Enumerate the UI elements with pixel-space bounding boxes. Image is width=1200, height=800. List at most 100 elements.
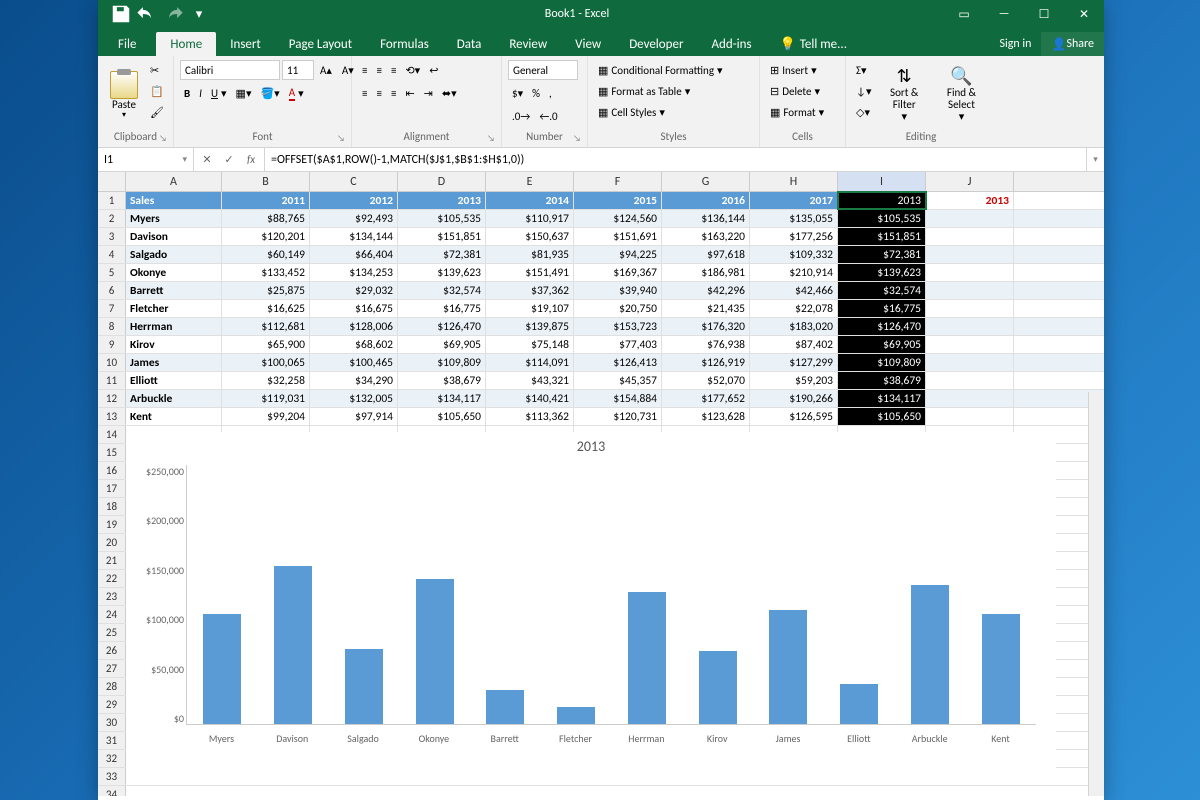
alignment-launcher[interactable]: ↘	[487, 133, 499, 145]
row-header[interactable]: 22	[98, 570, 126, 587]
row-header[interactable]: 18	[98, 498, 126, 515]
cell-lookup[interactable]: $139,623	[838, 264, 926, 281]
cell-value[interactable]: $97,914	[310, 408, 398, 425]
cell-empty[interactable]	[926, 408, 1014, 425]
col-header-D[interactable]: D	[398, 172, 486, 191]
sign-in-button[interactable]: Sign in	[989, 32, 1041, 56]
cell-value[interactable]: $163,220	[662, 228, 750, 245]
cell-name[interactable]: Arbuckle	[126, 390, 222, 407]
cell-value[interactable]: $153,723	[574, 318, 662, 335]
format-as-table-button[interactable]: ▦ Format as Table▾	[594, 81, 753, 101]
wrap-text-button[interactable]: ↩	[425, 60, 442, 80]
cell-lookup[interactable]: $134,117	[838, 390, 926, 407]
tab-formulas[interactable]: Formulas	[366, 32, 443, 56]
chart-bar[interactable]	[203, 614, 241, 724]
border-button[interactable]: ▦▾	[232, 83, 256, 103]
cell-name[interactable]: Kirov	[126, 336, 222, 353]
col-header-I[interactable]: I	[838, 172, 926, 191]
comma-button[interactable]: ,	[545, 83, 556, 103]
cell-styles-button[interactable]: ▦ Cell Styles▾	[594, 102, 753, 122]
cell-name[interactable]: Herrman	[126, 318, 222, 335]
cell-value[interactable]: $77,403	[574, 336, 662, 353]
cell-year-header[interactable]: 2013	[838, 192, 926, 209]
row-header[interactable]: 23	[98, 588, 126, 605]
cell-value[interactable]: $69,905	[398, 336, 486, 353]
save-icon[interactable]	[110, 3, 132, 25]
cell-value[interactable]: $109,809	[398, 354, 486, 371]
cell-value[interactable]: $21,435	[662, 300, 750, 317]
paste-button[interactable]: Paste▾	[104, 60, 144, 130]
cell-value[interactable]: $66,404	[310, 246, 398, 263]
col-header-F[interactable]: F	[574, 172, 662, 191]
cell-value[interactable]: $119,031	[222, 390, 310, 407]
merge-button[interactable]: ⬌▾	[438, 83, 461, 103]
cell-name[interactable]: Okonye	[126, 264, 222, 281]
cell-value[interactable]: $120,201	[222, 228, 310, 245]
fx-button[interactable]: fx	[242, 151, 260, 169]
cell-empty[interactable]	[926, 246, 1014, 263]
maximize-button[interactable]: ☐	[1024, 0, 1064, 28]
cell-value[interactable]: $60,149	[222, 246, 310, 263]
cell-name[interactable]: James	[126, 354, 222, 371]
cell-value[interactable]: $19,107	[486, 300, 574, 317]
cell-sales-header[interactable]: Sales	[126, 192, 222, 209]
cell-empty[interactable]	[926, 228, 1014, 245]
cell-value[interactable]: $126,919	[662, 354, 750, 371]
cell-value[interactable]: $132,005	[310, 390, 398, 407]
cell-value[interactable]: $99,204	[222, 408, 310, 425]
col-header-H[interactable]: H	[750, 172, 838, 191]
cell-value[interactable]: $88,765	[222, 210, 310, 227]
embedded-chart[interactable]: 2013 $0$50,000$100,000$150,000$200,000$2…	[126, 432, 1056, 772]
cell-empty[interactable]	[926, 336, 1014, 353]
increase-decimal-button[interactable]: .0→	[508, 106, 534, 126]
row-header[interactable]: 19	[98, 516, 126, 533]
cell-value[interactable]: $42,296	[662, 282, 750, 299]
cell-value[interactable]: $127,299	[750, 354, 838, 371]
chart-bar[interactable]	[769, 610, 807, 724]
cell-value[interactable]: $94,225	[574, 246, 662, 263]
cell-year-header[interactable]: 2013	[926, 192, 1014, 209]
cell-year-header[interactable]: 2016	[662, 192, 750, 209]
cell-value[interactable]: $92,493	[310, 210, 398, 227]
font-size-input[interactable]	[282, 60, 314, 80]
cell-name[interactable]: Myers	[126, 210, 222, 227]
cell-empty[interactable]	[926, 210, 1014, 227]
cell-name[interactable]: Elliott	[126, 372, 222, 389]
tab-file[interactable]: File	[98, 32, 156, 56]
cell-value[interactable]: $150,637	[486, 228, 574, 245]
enter-formula-button[interactable]: ✓	[220, 151, 238, 169]
cell-value[interactable]: $126,470	[398, 318, 486, 335]
cell-value[interactable]: $177,256	[750, 228, 838, 245]
tab-developer[interactable]: Developer	[615, 32, 697, 56]
tab-data[interactable]: Data	[443, 32, 496, 56]
delete-cells-button[interactable]: ⊟ Delete▾	[766, 81, 839, 101]
row-header[interactable]: 12	[98, 390, 126, 407]
cell-value[interactable]: $22,078	[750, 300, 838, 317]
cell-year-header[interactable]: 2012	[310, 192, 398, 209]
col-header-J[interactable]: J	[926, 172, 1014, 191]
align-center-button[interactable]: ≡	[372, 83, 385, 103]
cell-lookup[interactable]: $109,809	[838, 354, 926, 371]
align-top-button[interactable]: ≡	[358, 60, 371, 80]
align-middle-button[interactable]: ≡	[372, 60, 385, 80]
cell-value[interactable]: $124,560	[574, 210, 662, 227]
row-header[interactable]: 31	[98, 732, 126, 749]
row-header[interactable]: 7	[98, 300, 126, 317]
row-header[interactable]: 26	[98, 642, 126, 659]
cell-value[interactable]: $32,574	[398, 282, 486, 299]
find-select-button[interactable]: 🔍Find & Select▾	[933, 60, 990, 130]
cell-value[interactable]: $120,731	[574, 408, 662, 425]
cut-button[interactable]: ✂	[146, 60, 168, 80]
cell-value[interactable]: $97,618	[662, 246, 750, 263]
cell-lookup[interactable]: $32,574	[838, 282, 926, 299]
cell-value[interactable]: $109,332	[750, 246, 838, 263]
cell-year-header[interactable]: 2011	[222, 192, 310, 209]
row-header[interactable]: 15	[98, 444, 126, 461]
row-header[interactable]: 25	[98, 624, 126, 641]
insert-cells-button[interactable]: ⊞ Insert▾	[766, 60, 839, 80]
cell-value[interactable]: $133,452	[222, 264, 310, 281]
font-name-input[interactable]	[180, 60, 280, 80]
spreadsheet-grid[interactable]: ABCDEFGHIJ 1Sales20112012201320142015201…	[98, 172, 1104, 796]
italic-button[interactable]: I	[195, 83, 206, 103]
cell-year-header[interactable]: 2017	[750, 192, 838, 209]
